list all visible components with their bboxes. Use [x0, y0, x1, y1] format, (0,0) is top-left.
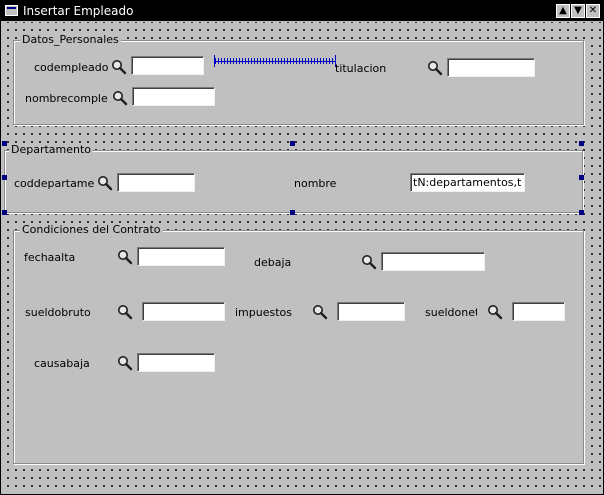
magnifier-icon[interactable]	[427, 60, 443, 76]
coddepartamento-field[interactable]	[117, 173, 195, 192]
label-coddepartamento: coddepartame	[14, 177, 94, 190]
nombre-departamento-field[interactable]: tN:departamentos,t	[410, 173, 525, 192]
magnifier-icon[interactable]	[361, 254, 377, 270]
impuestos-field[interactable]	[337, 302, 405, 321]
magnifier-icon[interactable]	[97, 175, 113, 191]
selection-handle[interactable]	[579, 175, 584, 180]
nombrecompleto-field[interactable]	[132, 87, 215, 106]
selection-handle[interactable]	[2, 175, 7, 180]
label-debaja: debaja	[254, 256, 292, 269]
label-codempleado: codempleado	[34, 61, 108, 74]
title-bar[interactable]: Insertar Empleado ▲ ▼ ✕	[1, 1, 603, 21]
group-title-datos-personales: Datos_Personales	[20, 33, 121, 46]
label-fechaalta: fechaalta	[24, 251, 76, 264]
form-design-canvas[interactable]: Datos_Personales codempleado titulacion …	[2, 22, 602, 493]
maximize-icon: ▼	[574, 5, 582, 16]
close-button[interactable]: ✕	[586, 4, 600, 18]
close-icon: ✕	[588, 5, 598, 16]
window-title: Insertar Empleado	[23, 4, 134, 18]
group-datos-personales[interactable]: Datos_Personales codempleado titulacion …	[13, 33, 584, 125]
magnifier-icon[interactable]	[312, 304, 328, 320]
selection-handle[interactable]	[579, 141, 584, 146]
magnifier-icon[interactable]	[111, 59, 127, 75]
fechaalta-field[interactable]	[137, 247, 225, 266]
window-icon[interactable]	[5, 5, 18, 16]
maximize-button[interactable]: ▼	[571, 4, 585, 18]
label-nombre-departamento: nombre	[294, 177, 337, 190]
sueldobruto-field[interactable]	[142, 302, 225, 321]
insertar-empleado-window: Insertar Empleado ▲ ▼ ✕ Datos_Personales…	[0, 0, 604, 495]
label-sueldobruto: sueldobruto	[25, 306, 91, 319]
magnifier-icon[interactable]	[112, 90, 128, 106]
spacer-line	[215, 61, 335, 62]
selection-handle[interactable]	[2, 141, 7, 146]
group-condiciones-contrato[interactable]: Condiciones del Contrato fechaalta debaj…	[13, 223, 584, 464]
minimize-button[interactable]: ▲	[556, 4, 570, 18]
group-title-condiciones: Condiciones del Contrato	[20, 223, 163, 236]
label-nombrecompleto: nombrecomple	[25, 92, 108, 105]
minimize-icon: ▲	[559, 5, 567, 16]
debaja-field[interactable]	[381, 252, 485, 271]
sueldoneto-field[interactable]	[512, 302, 565, 321]
magnifier-icon[interactable]	[117, 304, 133, 320]
causabaja-field[interactable]	[137, 353, 215, 372]
label-impuestos: impuestos	[235, 306, 292, 319]
codempleado-field[interactable]	[131, 56, 204, 75]
selection-handle[interactable]	[290, 210, 295, 215]
group-departamento[interactable]: Departamento coddepartame nombre tN:depa…	[4, 143, 583, 213]
magnifier-icon[interactable]	[487, 304, 503, 320]
selection-handle[interactable]	[290, 141, 295, 146]
label-causabaja: causabaja	[34, 357, 90, 370]
selection-handle[interactable]	[2, 210, 7, 215]
selection-handle[interactable]	[579, 210, 584, 215]
label-sueldoneto: sueldonet	[425, 306, 477, 319]
magnifier-icon[interactable]	[117, 249, 133, 265]
horizontal-spacer[interactable]	[214, 55, 336, 67]
group-title-departamento: Departamento	[9, 143, 94, 156]
magnifier-icon[interactable]	[117, 355, 133, 371]
titulacion-field[interactable]	[447, 58, 535, 77]
label-titulacion: titulacion	[335, 62, 387, 75]
